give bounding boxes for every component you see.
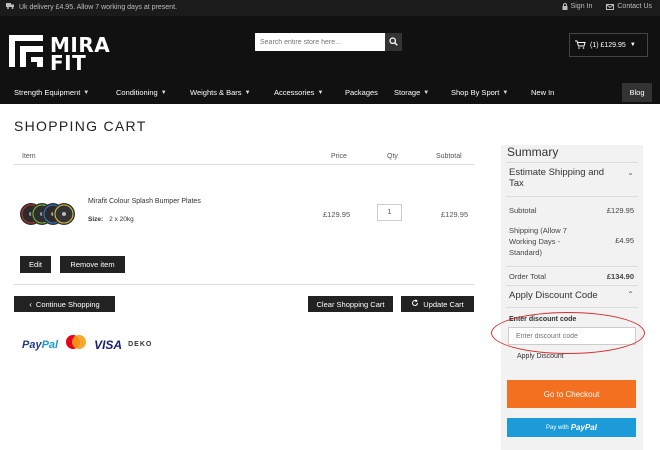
checkout-button[interactable]: Go to Checkout	[507, 380, 636, 408]
continue-shopping-label: Continue Shopping	[35, 299, 100, 309]
delivery-notice: Uk delivery £4.95. Allow 7 working days …	[6, 3, 177, 11]
item-price: £129.95	[323, 210, 351, 219]
top-bar: Uk delivery £4.95. Allow 7 working days …	[0, 0, 660, 16]
mail-icon	[606, 3, 615, 10]
sign-in-label: Sign In	[570, 3, 593, 10]
nav-item-shop-by-sport[interactable]: Shop By Sport ▼	[451, 88, 508, 97]
lock-icon	[562, 3, 568, 10]
summary-divider	[506, 196, 638, 197]
contact-link[interactable]: Contact Us	[606, 3, 652, 10]
paypal-button-brand: PayPal	[570, 423, 597, 432]
product-option-value: 2 x 20kg	[109, 216, 134, 223]
search-bar	[255, 33, 402, 51]
column-header-subtotal: Subtotal	[436, 153, 462, 160]
sign-in-link[interactable]: Sign In	[562, 3, 593, 10]
cart-summary: (1) £129.95	[590, 41, 626, 49]
chevron-down-icon: ▼	[629, 42, 636, 48]
summary-divider	[506, 266, 638, 267]
paypal-checkout-button[interactable]: Pay with PayPal	[507, 418, 636, 437]
nav-item-blog[interactable]: Blog	[622, 83, 652, 102]
nav-item-packages[interactable]: Packages	[345, 88, 378, 97]
paypal-logo: PayPal	[22, 339, 58, 351]
nav-label: Weights & Bars	[190, 88, 242, 97]
cart-icon	[575, 40, 586, 51]
subtotal-value: £129.95	[606, 206, 634, 215]
chevron-up-icon: ⌃	[627, 290, 634, 299]
visa-logo: VISA	[94, 337, 123, 352]
shipping-value: £4.95	[615, 236, 634, 245]
main-nav: Strength Equipment ▼ Conditioning ▼ Weight…	[0, 80, 660, 104]
nav-item-storage[interactable]: Storage ▼	[394, 88, 429, 97]
site-header: MIRA FIT (1) £129.95 ▼	[0, 16, 660, 80]
nav-label: Storage	[394, 88, 421, 97]
column-header-item: Item	[22, 153, 36, 160]
clear-cart-button[interactable]: Clear Shopping Cart	[308, 296, 393, 312]
chevron-down-icon: ▼	[244, 89, 251, 96]
paypal-logo-part-a: Pay	[22, 338, 42, 351]
item-subtotal: £129.95	[441, 210, 469, 219]
delivery-text: Uk delivery £4.95. Allow 7 working days …	[19, 3, 177, 11]
summary-title: Summary	[507, 145, 559, 159]
product-option: Size: 2 x 20kg	[88, 216, 134, 223]
page-title: SHOPPING CART	[14, 118, 147, 134]
summary-divider	[506, 307, 638, 308]
edit-button[interactable]: Edit	[20, 256, 51, 273]
truck-icon	[6, 3, 15, 11]
nav-label: Accessories	[274, 88, 315, 97]
paypal-logo-part-b: Pal	[41, 338, 59, 351]
update-cart-button[interactable]: Update Cart	[401, 296, 474, 312]
order-total-label: Order Total	[509, 272, 546, 281]
nav-item-accessories[interactable]: Accessories ▼	[274, 88, 323, 97]
update-cart-label: Update Cart	[423, 299, 464, 309]
chevron-down-icon: ▼	[83, 89, 90, 96]
minicart-button[interactable]: (1) £129.95 ▼	[569, 33, 648, 57]
estimate-shipping-toggle[interactable]: Estimate Shipping and Tax	[509, 167, 619, 189]
apply-discount-button[interactable]: Apply Discount	[517, 353, 564, 360]
remove-item-button[interactable]: Remove item	[60, 256, 125, 273]
search-icon	[389, 33, 398, 51]
summary-divider	[506, 162, 638, 163]
chevron-down-icon: ▼	[423, 89, 430, 96]
subtotal-label: Subtotal	[509, 206, 537, 215]
nav-item-new-in[interactable]: New In	[531, 88, 554, 97]
chevron-left-icon: ‹	[29, 299, 32, 309]
search-input[interactable]	[255, 33, 385, 51]
contact-label: Contact Us	[617, 3, 652, 10]
nav-item-conditioning[interactable]: Conditioning ▼	[116, 88, 167, 97]
chevron-down-icon: ▼	[317, 89, 324, 96]
deko-logo: DEKO	[128, 341, 153, 348]
search-button[interactable]	[385, 33, 402, 51]
order-summary: Summary Estimate Shipping and Tax ⌄ Subt…	[501, 145, 643, 450]
shipping-label: Shipping (Allow 7 Working Days - Standar…	[509, 226, 567, 257]
table-divider	[14, 284, 474, 285]
nav-label: Shop By Sport	[451, 88, 500, 97]
nav-label: Packages	[345, 88, 378, 97]
paypal-button-prefix: Pay with	[546, 424, 569, 431]
summary-divider	[506, 285, 638, 286]
quantity-input[interactable]: 1	[377, 204, 402, 221]
mirafit-logo[interactable]: MIRA FIT	[6, 32, 110, 75]
mastercard-logo-icon	[64, 334, 88, 355]
product-image[interactable]	[20, 200, 76, 228]
column-header-price: Price	[331, 153, 347, 160]
payment-methods: PayPal VISA DEKO	[22, 334, 153, 355]
chevron-down-icon: ⌄	[627, 168, 634, 177]
annotation-ellipse	[491, 312, 645, 354]
nav-label: Strength Equipment	[14, 88, 81, 97]
nav-label: Conditioning	[116, 88, 158, 97]
nav-item-strength-equipment[interactable]: Strength Equipment ▼	[14, 88, 89, 97]
chevron-down-icon: ▼	[502, 89, 509, 96]
order-total-value: £134.90	[606, 272, 634, 281]
apply-discount-toggle[interactable]: Apply Discount Code	[509, 290, 598, 301]
nav-label: New In	[531, 88, 555, 97]
continue-shopping-button[interactable]: ‹ Continue Shopping	[14, 296, 115, 312]
product-option-label: Size:	[88, 216, 104, 223]
chevron-down-icon: ▼	[160, 89, 167, 96]
logo-mark-icon	[6, 32, 46, 75]
table-divider	[14, 164, 474, 165]
column-header-qty: Qty	[387, 153, 398, 160]
product-name-link[interactable]: Mirafit Colour Splash Bumper Plates	[88, 198, 201, 205]
nav-item-weights-bars[interactable]: Weights & Bars ▼	[190, 88, 251, 97]
refresh-icon	[411, 299, 419, 309]
